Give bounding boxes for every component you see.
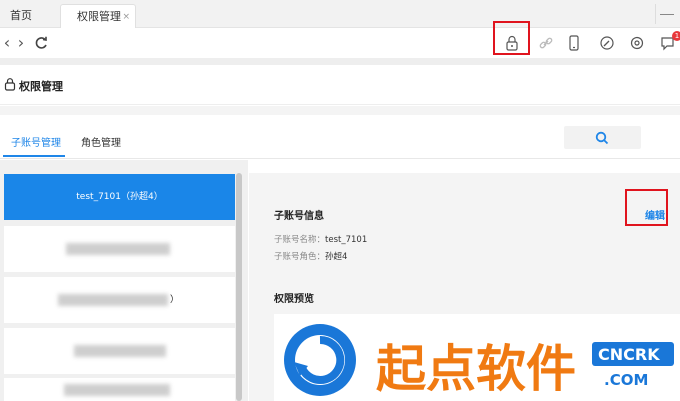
field-value: 孙超4 [325,252,348,262]
account-name-row: 子账号名称：test_7101 [274,233,367,245]
scrollbar[interactable] [236,173,242,401]
tab-close-icon[interactable]: × [122,5,130,29]
toolbar-separator [0,58,680,65]
tab-bar: 首页 权限管理 × [0,0,680,28]
tab-home[interactable]: 首页 [10,4,54,28]
tab-permission-management[interactable]: 权限管理 × [60,4,136,28]
account-name: test_7101（孙超4） [76,192,163,202]
edit-button[interactable]: 编辑 [645,207,665,222]
settings-icon[interactable] [629,34,645,52]
field-value: test_7101 [325,235,368,245]
list-item[interactable] [4,378,235,401]
list-item[interactable]: ） [4,277,235,323]
watermark-logo: 起点软件 CNCRK .COM [284,324,674,399]
back-icon[interactable]: ‹ [0,34,14,52]
phone-icon[interactable] [566,34,582,52]
redacted-text [64,384,170,396]
watermark-en2: .COM [604,371,648,389]
list-item[interactable] [4,328,235,374]
page-title: 权限管理 [19,80,63,93]
search-icon [595,131,609,145]
section-title: 子账号信息 [274,211,324,222]
field-label: 子账号名称： [274,235,326,245]
window-bar [660,14,674,15]
redacted-text [58,294,168,306]
notification-badge: 1 [672,31,680,41]
window-divider [655,4,656,24]
sub-tabs: 子账号管理 角色管理 [0,115,680,159]
active-tab-indicator [3,155,65,157]
speed-icon[interactable] [599,34,615,52]
section-gap [0,106,680,115]
tab-label: 权限管理 [77,10,121,23]
page-header: 权限管理 [0,65,680,105]
refresh-icon[interactable] [33,34,49,52]
permission-preview-title: 权限预览 [274,294,314,305]
lock-highlight-box [493,21,530,55]
toolbar: ‹ › [0,28,680,58]
watermark-en1: CNCRK [598,345,660,364]
redacted-text [66,243,170,255]
search-button[interactable] [564,126,641,149]
list-item[interactable]: test_7101（孙超4） [4,174,235,220]
redacted-text [74,345,166,357]
link-icon[interactable] [538,34,554,52]
forward-icon[interactable]: › [14,34,28,52]
watermark-cn: 起点软件 [376,340,576,398]
lock-icon [4,78,16,91]
list-item[interactable] [4,226,235,272]
account-role-row: 子账号角色：孙超4 [274,250,347,262]
field-label: 子账号角色： [274,252,326,262]
tab-roles[interactable]: 角色管理 [81,134,121,149]
tab-sub-accounts[interactable]: 子账号管理 [11,134,61,149]
account-name-suffix: ） [170,295,180,305]
